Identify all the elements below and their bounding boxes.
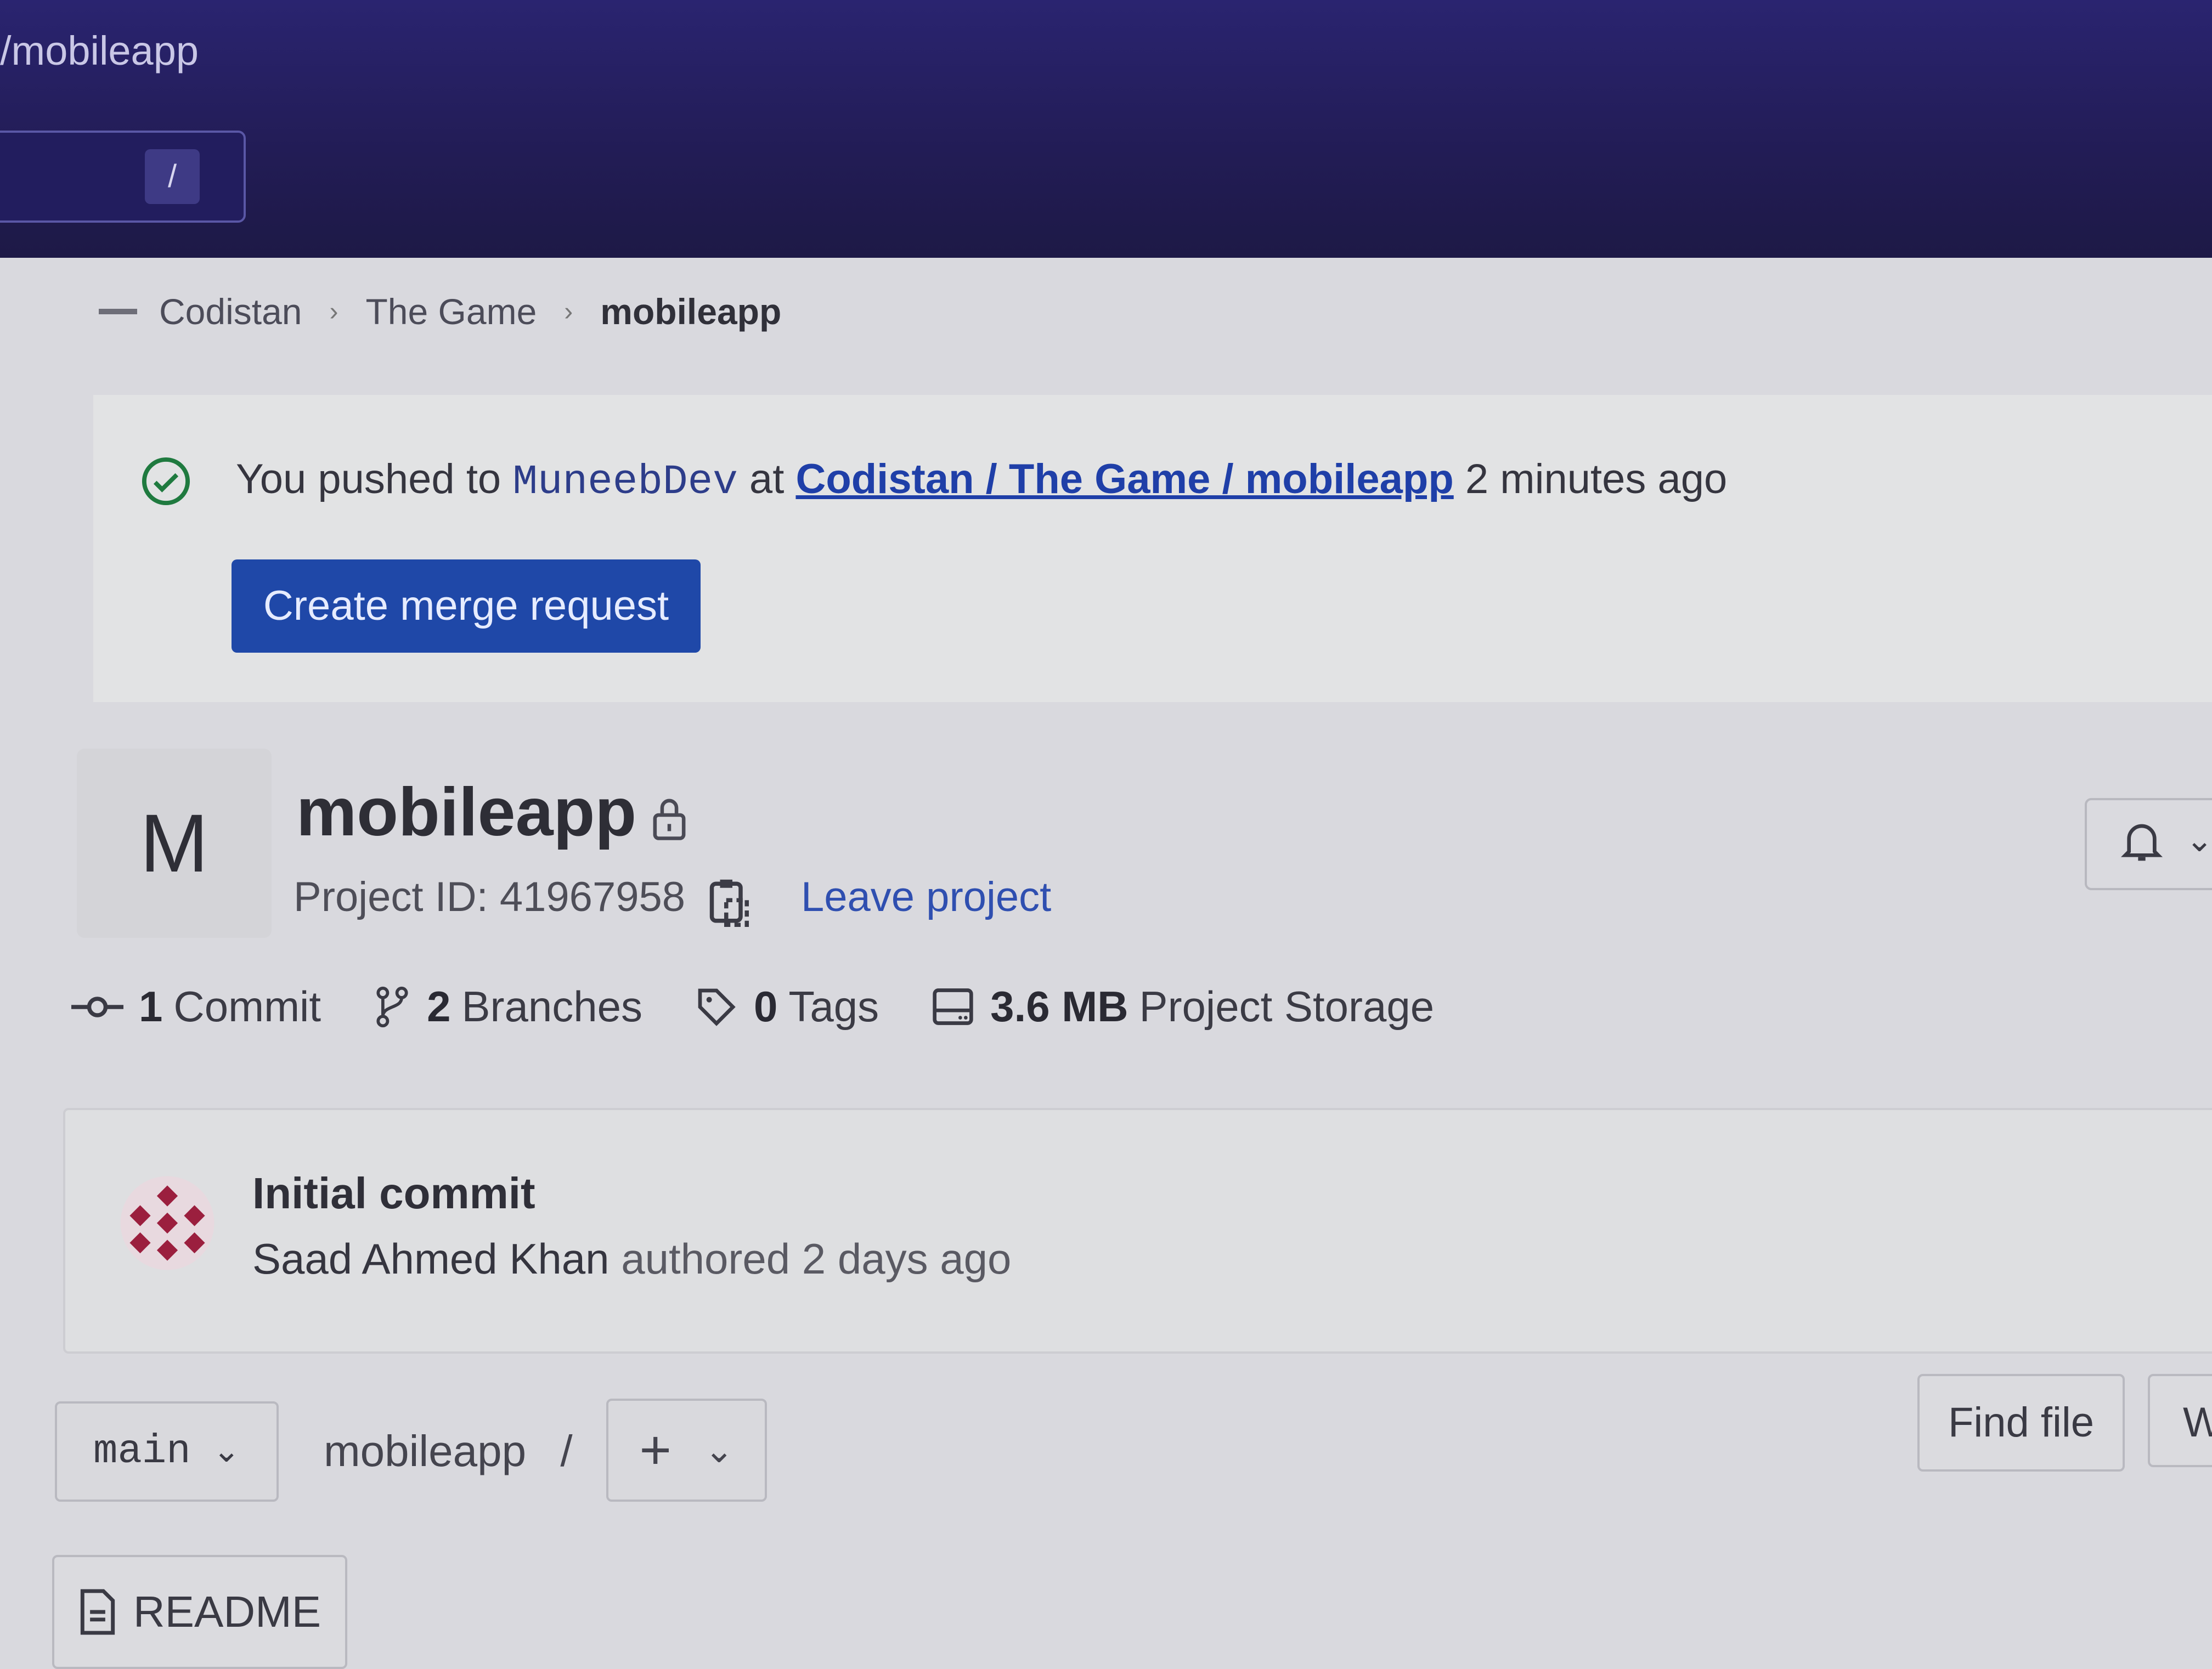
leave-project-link[interactable]: Leave project bbox=[801, 873, 1051, 921]
branch-icon bbox=[376, 986, 408, 1027]
repo-path-root[interactable]: mobileapp bbox=[324, 1427, 526, 1475]
web-ide-button[interactable]: W bbox=[2148, 1374, 2212, 1467]
breadcrumb-item-the-game[interactable]: The Game bbox=[365, 291, 537, 332]
repo-path-separator: / bbox=[560, 1427, 573, 1475]
search-shortcut-key: / bbox=[145, 149, 200, 204]
breadcrumb: Codistan › The Game › mobileapp bbox=[99, 291, 781, 332]
push-alert bbox=[93, 395, 2212, 702]
branches-label: Branches bbox=[461, 982, 642, 1031]
collapse-sidebar-icon[interactable] bbox=[99, 309, 137, 314]
commit-action: authored bbox=[621, 1235, 791, 1283]
chevron-down-icon: ⌄ bbox=[2186, 822, 2212, 858]
storage-stat[interactable]: 3.6 MB Project Storage bbox=[931, 982, 1434, 1032]
create-merge-request-button[interactable]: Create merge request bbox=[232, 559, 701, 653]
commit-icon bbox=[71, 996, 123, 1017]
branches-count: 2 bbox=[427, 982, 451, 1031]
check-circle-icon bbox=[142, 457, 190, 506]
commits-count: 1 bbox=[139, 982, 163, 1031]
plus-icon: + bbox=[639, 1419, 672, 1481]
project-avatar: M bbox=[77, 749, 272, 938]
repo-path: mobileapp / bbox=[324, 1426, 573, 1476]
commit-author[interactable]: Saad Ahmed Khan bbox=[252, 1235, 610, 1283]
chevron-down-icon: ⌄ bbox=[704, 1430, 734, 1470]
file-icon bbox=[80, 1589, 115, 1635]
window-title: /mobileapp bbox=[0, 28, 199, 73]
readme-button[interactable]: README bbox=[52, 1555, 347, 1669]
push-prefix-text: You pushed to bbox=[236, 456, 501, 502]
project-path-link[interactable]: Codistan / The Game / mobileapp bbox=[795, 456, 1453, 502]
breadcrumb-item-mobileapp[interactable]: mobileapp bbox=[600, 291, 781, 332]
copy-icon[interactable] bbox=[708, 878, 749, 927]
tag-icon bbox=[698, 988, 736, 1026]
top-navbar: /mobileapp / bbox=[0, 0, 2212, 258]
bell-icon bbox=[2120, 824, 2163, 861]
add-file-dropdown[interactable]: + ⌄ bbox=[606, 1399, 767, 1502]
commits-stat[interactable]: 1 Commit bbox=[71, 982, 321, 1032]
project-id: Project ID: 41967958 bbox=[294, 874, 686, 920]
storage-icon bbox=[933, 988, 973, 1025]
commit-time: 2 days ago bbox=[802, 1235, 1012, 1283]
branch-name: main bbox=[93, 1428, 191, 1475]
branches-stat[interactable]: 2 Branches bbox=[373, 982, 642, 1032]
notification-settings-button[interactable]: ⌄ bbox=[2085, 798, 2212, 890]
branch-dropdown[interactable]: main ⌄ bbox=[55, 1401, 279, 1502]
author-avatar[interactable] bbox=[118, 1174, 217, 1272]
project-stats: 1 Commit 2 Branches 0 Tags 3.6 MB Projec… bbox=[71, 982, 1486, 1032]
chevron-right-icon: › bbox=[564, 297, 573, 326]
pushed-branch-name: MuneebDev bbox=[512, 459, 738, 506]
last-commit-panel bbox=[63, 1108, 2212, 1354]
find-file-button[interactable]: Find file bbox=[1917, 1374, 2125, 1472]
chevron-down-icon: ⌄ bbox=[212, 1434, 240, 1472]
push-time: 2 minutes ago bbox=[1465, 456, 1728, 502]
readme-label: README bbox=[133, 1587, 321, 1636]
tags-label: Tags bbox=[788, 982, 879, 1031]
lock-icon bbox=[653, 799, 686, 840]
push-message: You pushed to MuneebDev at Codistan / Th… bbox=[236, 455, 1727, 506]
chevron-right-icon: › bbox=[329, 297, 338, 326]
project-title: mobileapp bbox=[296, 774, 637, 850]
push-at-text: at bbox=[749, 456, 785, 502]
tags-stat[interactable]: 0 Tags bbox=[695, 982, 879, 1032]
storage-label: Project Storage bbox=[1139, 982, 1435, 1031]
breadcrumb-item-codistan[interactable]: Codistan bbox=[159, 291, 302, 332]
commit-title[interactable]: Initial commit bbox=[252, 1168, 535, 1219]
storage-size: 3.6 MB bbox=[990, 982, 1128, 1031]
commit-meta: Saad Ahmed Khan authored 2 days ago bbox=[252, 1234, 1011, 1284]
search-input[interactable]: / bbox=[0, 131, 246, 223]
tags-count: 0 bbox=[753, 982, 778, 1031]
commits-label: Commit bbox=[173, 982, 321, 1031]
